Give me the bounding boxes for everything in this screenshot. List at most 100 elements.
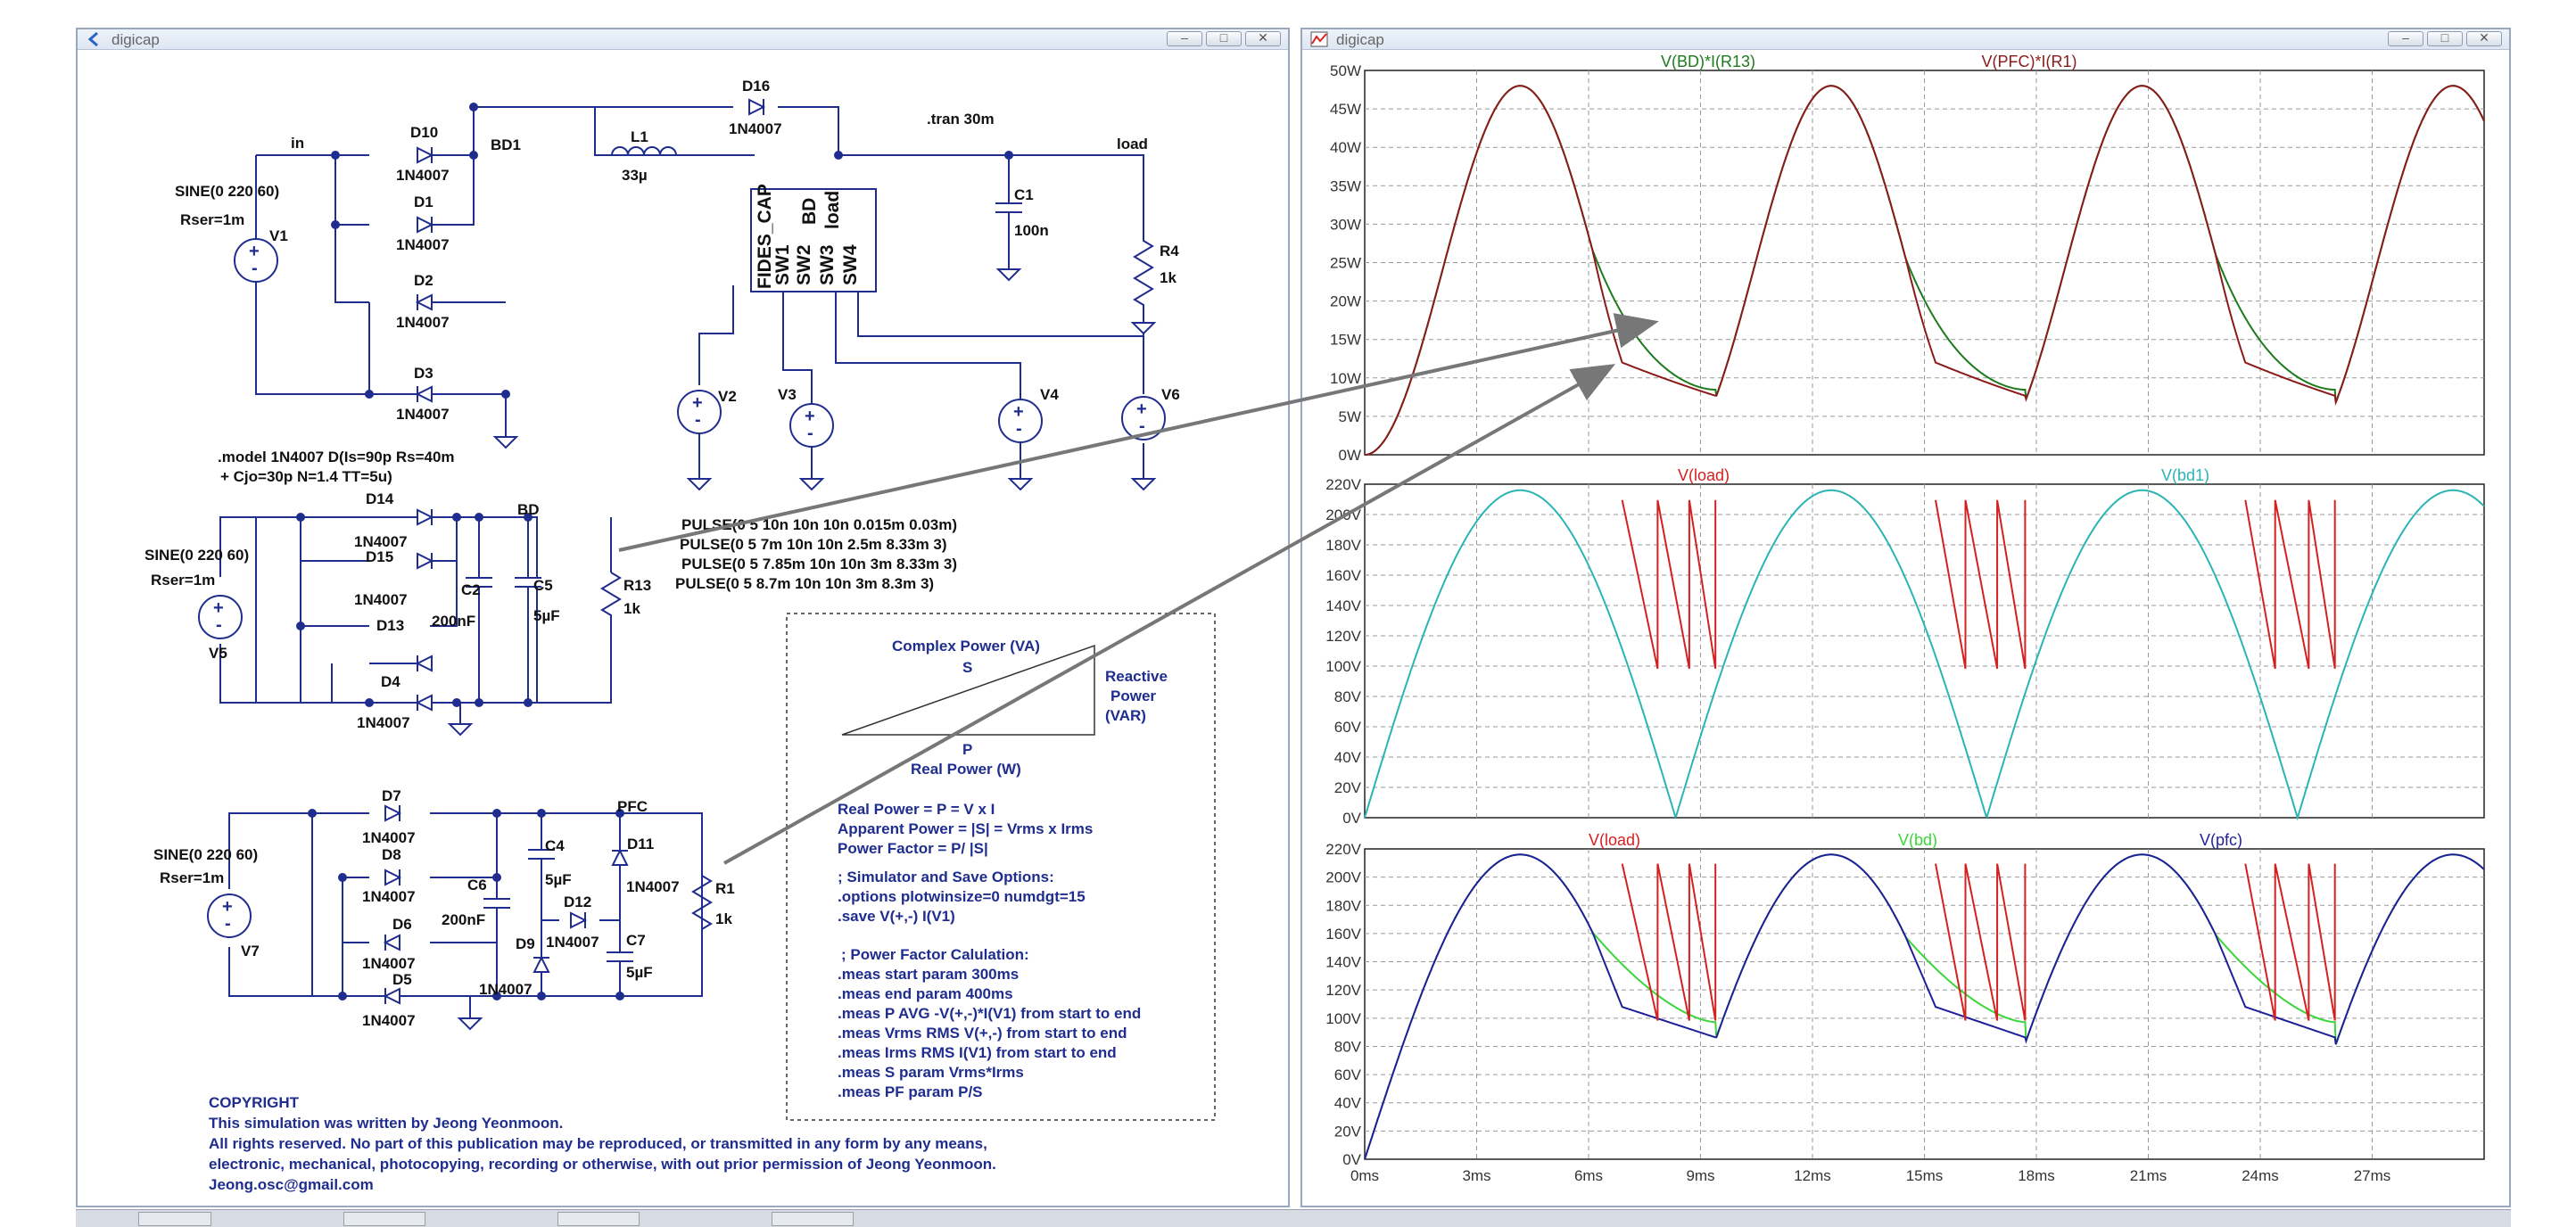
- meas-line-4: .meas P AVG -V(+,-)*I(V1) from start to …: [838, 1005, 1141, 1022]
- capacitor-c7: [605, 951, 635, 962]
- mdi-tab[interactable]: [557, 1212, 640, 1226]
- meas-line-2: .meas start param 300ms: [838, 966, 1019, 983]
- diode-d7: [384, 804, 402, 822]
- schematic-titlebar[interactable]: digicap – □ ✕: [78, 29, 1288, 50]
- close-button[interactable]: ✕: [2466, 30, 2502, 46]
- net-label-bd1: BD1: [491, 136, 521, 153]
- c4-name: C4: [545, 837, 565, 854]
- mdi-tab[interactable]: [772, 1212, 854, 1226]
- x-tick-label: 24ms: [2242, 1167, 2279, 1184]
- schematic-app-icon: [87, 31, 98, 47]
- meas-line-7: .meas S param Vrms*Irms: [838, 1064, 1024, 1081]
- y-tick-label: 80V: [1334, 688, 1362, 705]
- svg-text:-: -: [1016, 419, 1022, 439]
- minimize-button[interactable]: –: [1167, 30, 1202, 46]
- y-tick-label: 30W: [1330, 216, 1361, 233]
- waveform-app-icon: [1310, 31, 1328, 47]
- svg-text:-: -: [216, 615, 222, 635]
- x-tick-label: 0ms: [1350, 1167, 1379, 1184]
- pulse-line-1: PULSE(0 5 10n 10n 10n 0.015m 0.03m): [681, 516, 957, 533]
- y-tick-label: 220V: [1325, 841, 1361, 858]
- x-tick-label: 9ms: [1686, 1167, 1714, 1184]
- schematic-window[interactable]: digicap – □ ✕ + - + - + - + - + - + - + …: [76, 28, 1290, 1207]
- diode-d13: [415, 655, 433, 672]
- y-tick-label: 50W: [1330, 62, 1361, 79]
- diode-d2: [415, 293, 433, 311]
- legend-vload[interactable]: V(load): [1678, 466, 1730, 484]
- d15-model: 1N4007: [354, 591, 408, 608]
- r13-name: R13: [623, 577, 651, 594]
- y-tick-label: 25W: [1330, 255, 1361, 272]
- mdi-tab[interactable]: [138, 1212, 211, 1226]
- copyright-line-1: COPYRIGHT: [209, 1094, 300, 1111]
- waveform-plot-area[interactable]: 0W 5W 10W 15W 20W 25W 30W 35W 40W 45W 50W V(BD)*I(R…: [1302, 51, 2509, 1207]
- d2-name: D2: [414, 272, 433, 289]
- close-button[interactable]: ✕: [1245, 30, 1281, 46]
- legend-vbd1[interactable]: V(bd1): [2161, 466, 2209, 484]
- ground-symbols: [447, 268, 1157, 1031]
- meas-line-8: .meas PF param P/S: [838, 1083, 983, 1100]
- v5-name: V5: [209, 645, 227, 662]
- net-label-pfc: PFC: [617, 798, 648, 815]
- ic-pin-sw4: SW4: [840, 244, 861, 285]
- d5-name: D5: [392, 971, 412, 988]
- diode-d9: [533, 955, 550, 973]
- c2-value: 200nF: [432, 613, 475, 630]
- svg-text:-: -: [1139, 416, 1145, 436]
- window-title: digicap: [1336, 31, 1384, 48]
- svg-text:-: -: [695, 410, 701, 430]
- waveform-titlebar[interactable]: digicap – □ ✕: [1302, 29, 2509, 50]
- x-tick-label: 6ms: [1574, 1167, 1603, 1184]
- ic-pin-sw2: SW2: [794, 244, 814, 285]
- formula-3: Power Factor = P/ |S|: [838, 840, 988, 857]
- d4-name: D4: [381, 673, 400, 690]
- y-tick-label: 100V: [1325, 1010, 1361, 1027]
- waveform-window[interactable]: digicap – □ ✕ 0W 5W 10W 15W 20W 25W 30W 35W 40W 4…: [1300, 28, 2511, 1207]
- schematic-canvas[interactable]: +- +- +- +- +- +- +- FIDES_CAP SW1 SW2 S…: [78, 51, 1288, 1207]
- d11-name: D11: [627, 836, 654, 852]
- real-power-label: Real Power (W): [911, 761, 1021, 778]
- legend-vbd[interactable]: V(bd): [1898, 831, 1937, 849]
- legend-vload[interactable]: V(load): [1589, 831, 1640, 849]
- plot-pane-2[interactable]: 0V 20V 40V 60V 80V 100V 120V 140V 160V 180V 200V 22…: [1325, 466, 2485, 827]
- net-label-bd: BD: [517, 501, 540, 518]
- diode-d16: [748, 98, 766, 116]
- y-tick-label: 5W: [1339, 408, 1362, 425]
- d12-name: D12: [564, 893, 591, 910]
- d3-name: D3: [414, 365, 433, 382]
- d8-name: D8: [382, 846, 401, 863]
- mdi-tab[interactable]: [343, 1212, 425, 1226]
- d5-model: 1N4007: [362, 1012, 416, 1029]
- l1-name: L1: [631, 128, 648, 145]
- plot-pane-3[interactable]: 0V 20V 40V 60V 80V 100V 120V 140V 160V 180V 200V 22…: [1325, 831, 2485, 1184]
- r1-name: R1: [715, 880, 735, 897]
- y-tick-label: 20W: [1330, 293, 1361, 310]
- y-tick-label: 40V: [1334, 1095, 1362, 1112]
- c6-value: 200nF: [442, 911, 485, 928]
- d1-model: 1N4007: [396, 236, 450, 253]
- legend-vpfc[interactable]: V(pfc): [2200, 831, 2242, 849]
- y-tick-label: 140V: [1325, 954, 1361, 971]
- y-tick-label: 200V: [1325, 506, 1361, 523]
- diode-d10: [417, 146, 434, 164]
- v6-name: V6: [1161, 386, 1180, 403]
- ic-pin-sw3: SW3: [817, 244, 838, 285]
- tran-directive: .tran 30m: [927, 111, 995, 128]
- power-box-text: Complex Power (VA) S Reactive Power (VAR…: [209, 638, 1168, 1193]
- maximize-button[interactable]: □: [2427, 30, 2463, 46]
- c7-value: 5µF: [626, 964, 653, 981]
- legend-vpfcir1[interactable]: V(PFC)*I(R1): [1982, 53, 2077, 70]
- c2-name: C2: [461, 581, 481, 598]
- y-tick-label: 40W: [1330, 139, 1361, 156]
- reactive-line-3: (VAR): [1105, 707, 1146, 724]
- maximize-button[interactable]: □: [1206, 30, 1242, 46]
- legend-vbdir13[interactable]: V(BD)*I(R13): [1661, 53, 1755, 70]
- plot-pane-1[interactable]: 0W 5W 10W 15W 20W 25W 30W 35W 40W 45W 50W V(BD)*I(R…: [1330, 53, 2485, 464]
- y-tick-label: 120V: [1325, 982, 1361, 999]
- minimize-button[interactable]: –: [2388, 30, 2423, 46]
- r4-value: 1k: [1160, 269, 1177, 286]
- y-tick-label: 180V: [1325, 897, 1361, 914]
- d2-model: 1N4007: [396, 314, 450, 331]
- d6-model: 1N4007: [362, 955, 416, 972]
- y-tick-label: 140V: [1325, 597, 1361, 614]
